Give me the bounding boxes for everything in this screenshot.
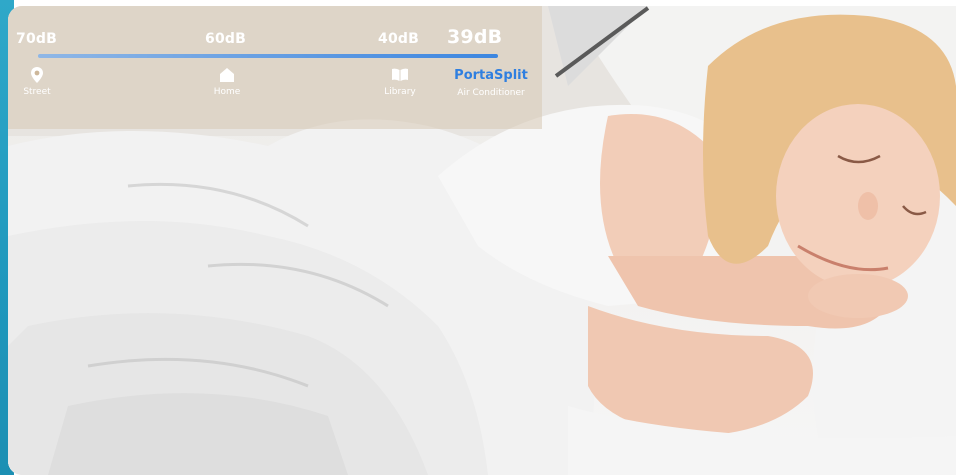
- product-name: PortaSplit: [454, 68, 528, 83]
- map-pin-icon: [31, 67, 43, 83]
- library-db-value: 40dB: [378, 31, 419, 47]
- street-db-value: 70dB: [16, 31, 57, 47]
- product-category: Air Conditioner: [457, 88, 525, 98]
- product-marker: PortaSplit Air Conditioner: [450, 68, 532, 98]
- library-label: Library: [384, 87, 416, 97]
- noise-level-bar: [38, 54, 498, 58]
- street-label: Street: [23, 87, 51, 97]
- house-icon: [220, 68, 234, 82]
- noise-comparison-panel: 70dB 60dB 40dB 39dB Street Home Library …: [8, 6, 542, 129]
- home-marker: Home: [182, 66, 272, 97]
- street-marker: Street: [0, 66, 82, 97]
- library-marker: Library: [355, 66, 445, 97]
- book-icon: [392, 68, 408, 81]
- product-db-value: 39dB: [447, 26, 503, 48]
- home-label: Home: [213, 87, 241, 97]
- home-db-value: 60dB: [205, 31, 246, 47]
